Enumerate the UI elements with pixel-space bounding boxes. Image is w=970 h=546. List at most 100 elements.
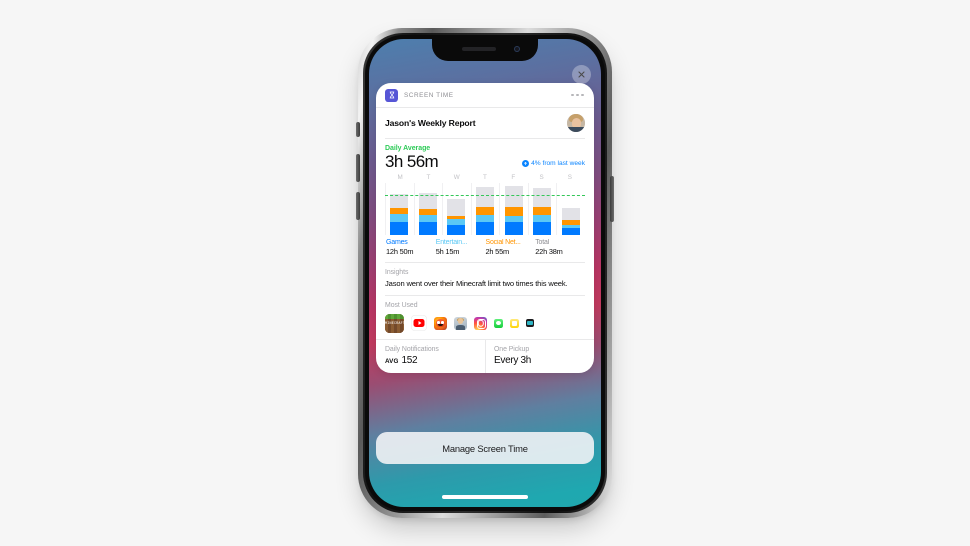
manage-screen-time-button[interactable]: Manage Screen Time (376, 432, 594, 464)
notch (432, 39, 538, 61)
stat-label: One Pickup (494, 345, 530, 353)
legend-item-3: Total 22h 38m (535, 239, 585, 256)
bar-segment (418, 214, 437, 222)
insights-text: Jason went over their Minecraft limit tw… (385, 278, 568, 288)
chart-column-3 (470, 183, 500, 236)
bar-segment (476, 221, 495, 236)
chart-bar (476, 186, 495, 236)
volume-up-button[interactable] (356, 154, 360, 182)
bar-segment (447, 198, 466, 217)
trend-indicator: 4% from last week (521, 159, 585, 167)
insights-label: Insights (385, 268, 409, 276)
chart-bar (447, 198, 466, 236)
avg-hours: 3h (385, 151, 403, 171)
chart-column-0 (385, 183, 414, 236)
volume-down-button[interactable] (356, 192, 360, 220)
stacked-bar-chart (385, 183, 585, 236)
notes-icon[interactable] (510, 318, 519, 328)
bar-segment (561, 208, 580, 221)
screen-time-notification-card[interactable]: SCREEN TIME Jason's Weekly Report Daily … (376, 83, 594, 373)
bar-segment (476, 207, 495, 215)
messages-icon[interactable] (494, 318, 503, 328)
app-name-label: SCREEN TIME (404, 91, 454, 99)
gridline (527, 183, 529, 236)
legend-item-0: Games 12h 50m (386, 239, 436, 256)
daily-average-value: 3h 56m (385, 151, 439, 171)
front-camera-icon (514, 46, 520, 52)
gridline (385, 183, 386, 236)
stats-row: Daily Notifications AVG 152 One Pickup Every… (376, 338, 594, 373)
report-title-row: Jason's Weekly Report (376, 108, 594, 138)
minecraft-icon[interactable]: MINECRAFT (385, 313, 404, 333)
chart-column-2 (442, 183, 471, 236)
legend-value: 2h 55m (485, 246, 510, 256)
gridline (470, 183, 472, 236)
stat-value-row: AVG 152 (385, 355, 476, 366)
stat-prefix: AVG (385, 357, 399, 365)
most-used-label: Most Used (385, 301, 418, 309)
legend-value: 5h 15m (435, 246, 460, 256)
earpiece-speaker (462, 47, 496, 51)
home-indicator[interactable] (442, 495, 528, 499)
gridline (413, 183, 415, 236)
legend-item-2: Social Net... 2h 55m (486, 239, 536, 256)
bar-segment (561, 227, 580, 236)
stat-block-0: Daily Notifications AVG 152 (376, 340, 485, 373)
bar-segment (390, 221, 409, 236)
stat-value: Every 3h (494, 354, 532, 366)
bar-segment (533, 188, 552, 208)
most-used-section: Most Used MINECRAFT (376, 296, 594, 339)
page-title: Jason's Weekly Report (385, 118, 476, 128)
insights-section: Insights Jason went over their Minecraft… (376, 263, 594, 295)
legend-item-1: Entertain... 5h 15m (436, 239, 486, 256)
gridline (556, 183, 558, 236)
limit-line (385, 194, 585, 196)
legend-label: Social Net... (485, 239, 521, 247)
mute-switch[interactable] (356, 122, 360, 137)
avatar (567, 114, 585, 132)
chart-column-4 (499, 183, 528, 236)
youtube-icon[interactable] (411, 315, 427, 332)
gridline (499, 183, 500, 236)
gridline (442, 183, 443, 236)
stat-value-row: Every 3h (494, 355, 585, 366)
photo-app-icon[interactable] (454, 316, 467, 330)
bar-segment (476, 214, 495, 222)
avg-minutes: 56m (406, 151, 439, 171)
trend-text: 4% from last week (531, 159, 585, 167)
ellipsis-icon[interactable] (571, 93, 585, 97)
weekday-label-4: F (511, 174, 516, 182)
close-button[interactable] (572, 65, 591, 84)
stat-block-1: One Pickup Every 3h (485, 339, 594, 373)
notification-header: SCREEN TIME (376, 83, 594, 108)
chart-column-5 (527, 183, 557, 236)
weekday-axis: MTWTFSS (385, 174, 585, 181)
stat-label: Daily Notifications (385, 345, 439, 353)
screenshot-stage: SCREEN TIME Jason's Weekly Report Daily … (0, 0, 970, 546)
daily-average-label: Daily Average (385, 144, 431, 152)
legend-label: Games (386, 239, 408, 247)
chart-bar (504, 185, 523, 236)
instagram-icon[interactable] (474, 316, 487, 330)
bar-segment (533, 221, 552, 236)
bar-segment (390, 193, 409, 209)
game-icon[interactable] (434, 316, 447, 330)
chart-legend: Games 12h 50m Entertain... 5h 15m Social Net… (385, 239, 585, 256)
chart-bar (561, 208, 580, 236)
bar-segment (533, 215, 552, 222)
stat-value: 152 (401, 354, 418, 366)
most-used-app-list: MINECRAFT (385, 313, 585, 333)
weekday-label-1: T (426, 174, 431, 182)
bar-segment (447, 225, 466, 236)
daily-average-chart-section: Daily Average 3h 56m 4% from last week M… (376, 139, 594, 256)
weekday-label-6: S (567, 174, 572, 182)
weekday-label-2: W (453, 174, 460, 182)
bar-segment (504, 207, 523, 216)
power-button[interactable] (610, 176, 614, 222)
weekday-label-0: M (397, 174, 403, 182)
chart-column-6 (556, 183, 585, 236)
close-icon (578, 71, 585, 78)
bar-segment (504, 185, 523, 208)
dark-app-icon[interactable] (526, 319, 534, 328)
weekday-label-3: T (483, 174, 487, 182)
